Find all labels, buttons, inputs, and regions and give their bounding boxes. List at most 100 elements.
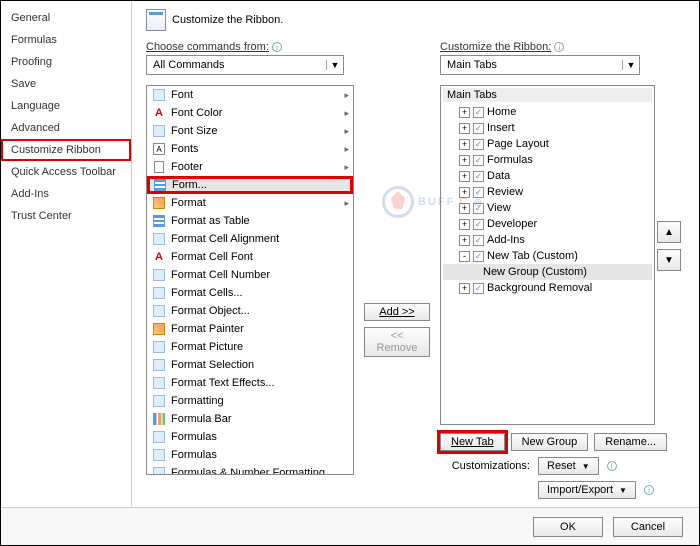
move-down-button[interactable]: ▼ — [657, 249, 681, 271]
chevron-down-icon: ▼ — [619, 486, 627, 495]
command-item[interactable]: Format Painter — [147, 320, 353, 338]
nav-item-add-ins[interactable]: Add-Ins — [1, 183, 131, 205]
nav-item-formulas[interactable]: Formulas — [1, 29, 131, 51]
command-icon — [151, 357, 167, 373]
checkbox[interactable]: ✓ — [473, 219, 484, 230]
expander-icon[interactable]: - — [459, 251, 470, 262]
checkbox[interactable]: ✓ — [473, 251, 484, 262]
command-item[interactable]: AFont Color▸ — [147, 104, 353, 122]
expander-icon[interactable]: + — [459, 155, 470, 166]
command-label: Format Text Effects... — [171, 377, 349, 389]
cancel-button[interactable]: Cancel — [613, 517, 683, 537]
nav-item-language[interactable]: Language — [1, 95, 131, 117]
command-item[interactable]: Format Picture — [147, 338, 353, 356]
nav-item-advanced[interactable]: Advanced — [1, 117, 131, 139]
command-item[interactable]: Format Cells... — [147, 284, 353, 302]
tree-item[interactable]: +✓Background Removal — [443, 280, 652, 296]
tree-item[interactable]: +✓Insert — [443, 120, 652, 136]
expander-icon[interactable]: + — [459, 123, 470, 134]
command-item[interactable]: Format Cell Alignment — [147, 230, 353, 248]
command-item[interactable]: AFormat Cell Font — [147, 248, 353, 266]
command-item[interactable]: Formula Bar — [147, 410, 353, 428]
info-icon[interactable]: i — [272, 42, 282, 52]
remove-button[interactable]: << Remove — [364, 327, 430, 357]
command-item[interactable]: Format▸ — [147, 194, 353, 212]
new-group-button[interactable]: New Group — [511, 433, 589, 451]
tree-item-label: New Tab (Custom) — [487, 250, 578, 262]
expander-icon[interactable]: + — [459, 235, 470, 246]
command-item[interactable]: Format Object... — [147, 302, 353, 320]
command-icon — [151, 267, 167, 283]
command-item[interactable]: Format Selection — [147, 356, 353, 374]
expander-icon[interactable]: + — [459, 283, 470, 294]
import-export-dropdown-button[interactable]: Import/Export▼ — [538, 481, 636, 499]
checkbox[interactable]: ✓ — [473, 283, 484, 294]
command-item[interactable]: Format Cell Number — [147, 266, 353, 284]
command-item[interactable]: Formatting — [147, 392, 353, 410]
ribbon-tabs-tree[interactable]: Main Tabs+✓Home+✓Insert+✓Page Layout+✓Fo… — [440, 85, 655, 425]
expander-icon[interactable]: + — [459, 203, 470, 214]
info-icon[interactable]: i — [554, 42, 564, 52]
command-item[interactable]: AFonts▸ — [147, 140, 353, 158]
ok-button[interactable]: OK — [533, 517, 603, 537]
expander-icon[interactable]: + — [459, 139, 470, 150]
command-icon — [151, 303, 167, 319]
command-item[interactable]: Format Text Effects... — [147, 374, 353, 392]
checkbox[interactable]: ✓ — [473, 107, 484, 118]
checkbox[interactable]: ✓ — [473, 155, 484, 166]
info-icon[interactable]: i — [644, 485, 654, 495]
checkbox[interactable]: ✓ — [473, 235, 484, 246]
command-item[interactable]: Footer▸ — [147, 158, 353, 176]
command-icon — [151, 123, 167, 139]
expander-icon[interactable]: + — [459, 107, 470, 118]
nav-item-general[interactable]: General — [1, 7, 131, 29]
nav-item-trust-center[interactable]: Trust Center — [1, 205, 131, 227]
rename-button[interactable]: Rename... — [594, 433, 667, 451]
expander-icon[interactable]: + — [459, 171, 470, 182]
checkbox[interactable]: ✓ — [473, 123, 484, 134]
choose-commands-dropdown[interactable]: All Commands ▼ — [146, 55, 344, 75]
command-item[interactable]: Font▸ — [147, 86, 353, 104]
tree-item[interactable]: +✓Home — [443, 104, 652, 120]
expander-icon[interactable]: + — [459, 187, 470, 198]
command-label: Formula Bar — [171, 413, 349, 425]
checkbox[interactable]: ✓ — [473, 139, 484, 150]
nav-item-save[interactable]: Save — [1, 73, 131, 95]
command-item[interactable]: Format as Table — [147, 212, 353, 230]
tree-item[interactable]: New Group (Custom) — [443, 264, 652, 280]
commands-listbox[interactable]: Font▸AFont Color▸Font Size▸AFonts▸Footer… — [146, 85, 354, 475]
nav-item-proofing[interactable]: Proofing — [1, 51, 131, 73]
command-item[interactable]: Form... — [147, 176, 353, 194]
tree-item[interactable]: +✓Page Layout — [443, 136, 652, 152]
tree-item[interactable]: +✓Add-Ins — [443, 232, 652, 248]
command-item[interactable]: Formulas — [147, 446, 353, 464]
tree-item[interactable]: +✓View — [443, 200, 652, 216]
reset-dropdown-button[interactable]: Reset▼ — [538, 457, 599, 475]
command-icon: A — [151, 105, 167, 121]
command-item[interactable]: Font Size▸ — [147, 122, 353, 140]
tree-item[interactable]: +✓Review — [443, 184, 652, 200]
nav-item-quick-access-toolbar[interactable]: Quick Access Toolbar — [1, 161, 131, 183]
tree-item[interactable]: +✓Data — [443, 168, 652, 184]
checkbox[interactable]: ✓ — [473, 187, 484, 198]
chevron-down-icon: ▼ — [622, 60, 636, 70]
command-item[interactable]: Formulas & Number Formatting — [147, 464, 353, 475]
tree-item[interactable]: +✓Developer — [443, 216, 652, 232]
add-button[interactable]: Add >> — [364, 303, 430, 321]
info-icon[interactable]: i — [607, 461, 617, 471]
command-icon — [151, 429, 167, 445]
checkbox[interactable]: ✓ — [473, 203, 484, 214]
command-item[interactable]: Formulas — [147, 428, 353, 446]
customize-ribbon-dropdown[interactable]: Main Tabs ▼ — [440, 55, 640, 75]
nav-item-customize-ribbon[interactable]: Customize Ribbon — [1, 139, 131, 161]
move-up-button[interactable]: ▲ — [657, 221, 681, 243]
checkbox[interactable]: ✓ — [473, 171, 484, 182]
ribbon-doc-icon — [146, 9, 166, 31]
new-tab-button[interactable]: New Tab — [440, 433, 505, 451]
command-icon — [151, 321, 167, 337]
tree-item[interactable]: -✓New Tab (Custom) — [443, 248, 652, 264]
tree-item[interactable]: +✓Formulas — [443, 152, 652, 168]
command-label: Format Picture — [171, 341, 349, 353]
chevron-right-icon: ▸ — [344, 126, 349, 137]
expander-icon[interactable]: + — [459, 219, 470, 230]
